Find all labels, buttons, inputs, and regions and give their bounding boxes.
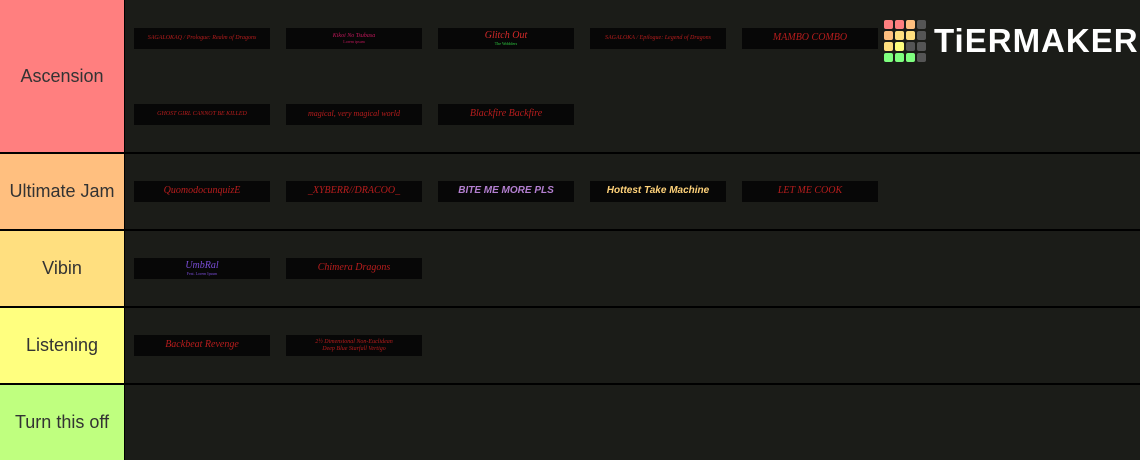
tier-item[interactable]: Blackfire Backfire — [438, 104, 574, 125]
item-subtitle: Feat. Lorem Ipsum — [186, 270, 218, 276]
item-title: SAGALOKA / Epilogue: Legend of Dragons — [604, 35, 712, 42]
item-title: _XYBERR//DRACOO_ — [307, 185, 401, 197]
tier-item[interactable]: Backbeat Revenge — [134, 335, 270, 356]
item-title: QuomodocunquizE — [163, 185, 241, 197]
tier-item[interactable]: 2½ Dimensional Non-Euclidean Deep Blue S… — [286, 335, 422, 356]
item-title: Hottest Take Machine — [606, 185, 710, 197]
tier-items-turn-this-off[interactable] — [125, 385, 1140, 460]
tier-item[interactable]: UmbRal Feat. Lorem Ipsum — [134, 258, 270, 279]
item-title: BITE ME MORE PLS — [458, 185, 554, 197]
tier-label-listening[interactable]: Listening — [0, 308, 124, 383]
item-title: SAGALOKAQ / Prologue: Realm of Dragons — [147, 35, 257, 42]
tier-label-turn-this-off[interactable]: Turn this off — [0, 385, 124, 460]
tier-item[interactable]: LET ME COOK — [742, 181, 878, 202]
tier-item[interactable]: Glitch Out The Wobblers — [438, 28, 574, 49]
tier-item[interactable]: SAGALOKA / Epilogue: Legend of Dragons — [590, 28, 726, 49]
tier-item[interactable]: Chimera Dragons — [286, 258, 422, 279]
item-subtitle: Deep Blue Starfall Vertigo — [322, 345, 386, 352]
item-title: Backbeat Revenge — [165, 339, 239, 351]
tier-item[interactable]: Kikoi No Tsubasa Lorem ipsum — [286, 28, 422, 49]
item-title: LET ME COOK — [777, 185, 843, 197]
tier-item[interactable]: GHOST GIRL CANNOT BE KILLED — [134, 104, 270, 125]
tiermaker-logo[interactable]: TiERMAKER — [884, 20, 1139, 62]
tiermaker-grid-icon — [884, 20, 926, 62]
item-title: Blackfire Backfire — [469, 108, 543, 120]
tier-items-listening[interactable]: Backbeat Revenge 2½ Dimensional Non-Eucl… — [125, 308, 1140, 383]
tier-row-turn-this-off: Turn this off — [0, 385, 1140, 460]
tier-item[interactable]: SAGALOKAQ / Prologue: Realm of Dragons — [134, 28, 270, 49]
logo-text: TiERMAKER — [934, 22, 1139, 59]
tier-list-board: Ascension SAGALOKAQ / Prologue: Realm of… — [0, 0, 1140, 460]
tier-item[interactable]: BITE ME MORE PLS — [438, 181, 574, 202]
tier-item[interactable]: magical, very magical world — [286, 104, 422, 125]
tier-items-vibin[interactable]: UmbRal Feat. Lorem Ipsum Chimera Dragons — [125, 231, 1140, 306]
item-title: GHOST GIRL CANNOT BE KILLED — [157, 111, 247, 118]
item-subtitle: The Wobblers — [494, 40, 518, 46]
tier-label-ultimate-jam[interactable]: Ultimate Jam — [0, 154, 124, 229]
tier-label-ascension[interactable]: Ascension — [0, 0, 124, 152]
item-title: magical, very magical world — [308, 109, 400, 119]
tier-item[interactable]: MAMBO COMBO — [742, 28, 878, 49]
tier-item[interactable]: _XYBERR//DRACOO_ — [286, 181, 422, 202]
tier-row-vibin: Vibin UmbRal Feat. Lorem Ipsum Chimera D… — [0, 231, 1140, 306]
item-title: MAMBO COMBO — [772, 32, 848, 44]
tier-row-listening: Listening Backbeat Revenge 2½ Dimensiona… — [0, 308, 1140, 383]
item-subtitle: Lorem ipsum — [343, 38, 365, 44]
tier-items-ultimate-jam[interactable]: QuomodocunquizE _XYBERR//DRACOO_ BITE ME… — [125, 154, 1140, 229]
tier-label-vibin[interactable]: Vibin — [0, 231, 124, 306]
tier-item[interactable]: Hottest Take Machine — [590, 181, 726, 202]
item-title: Chimera Dragons — [317, 262, 391, 274]
tier-item[interactable]: QuomodocunquizE — [134, 181, 270, 202]
tier-row-ultimate-jam: Ultimate Jam QuomodocunquizE _XYBERR//DR… — [0, 154, 1140, 229]
